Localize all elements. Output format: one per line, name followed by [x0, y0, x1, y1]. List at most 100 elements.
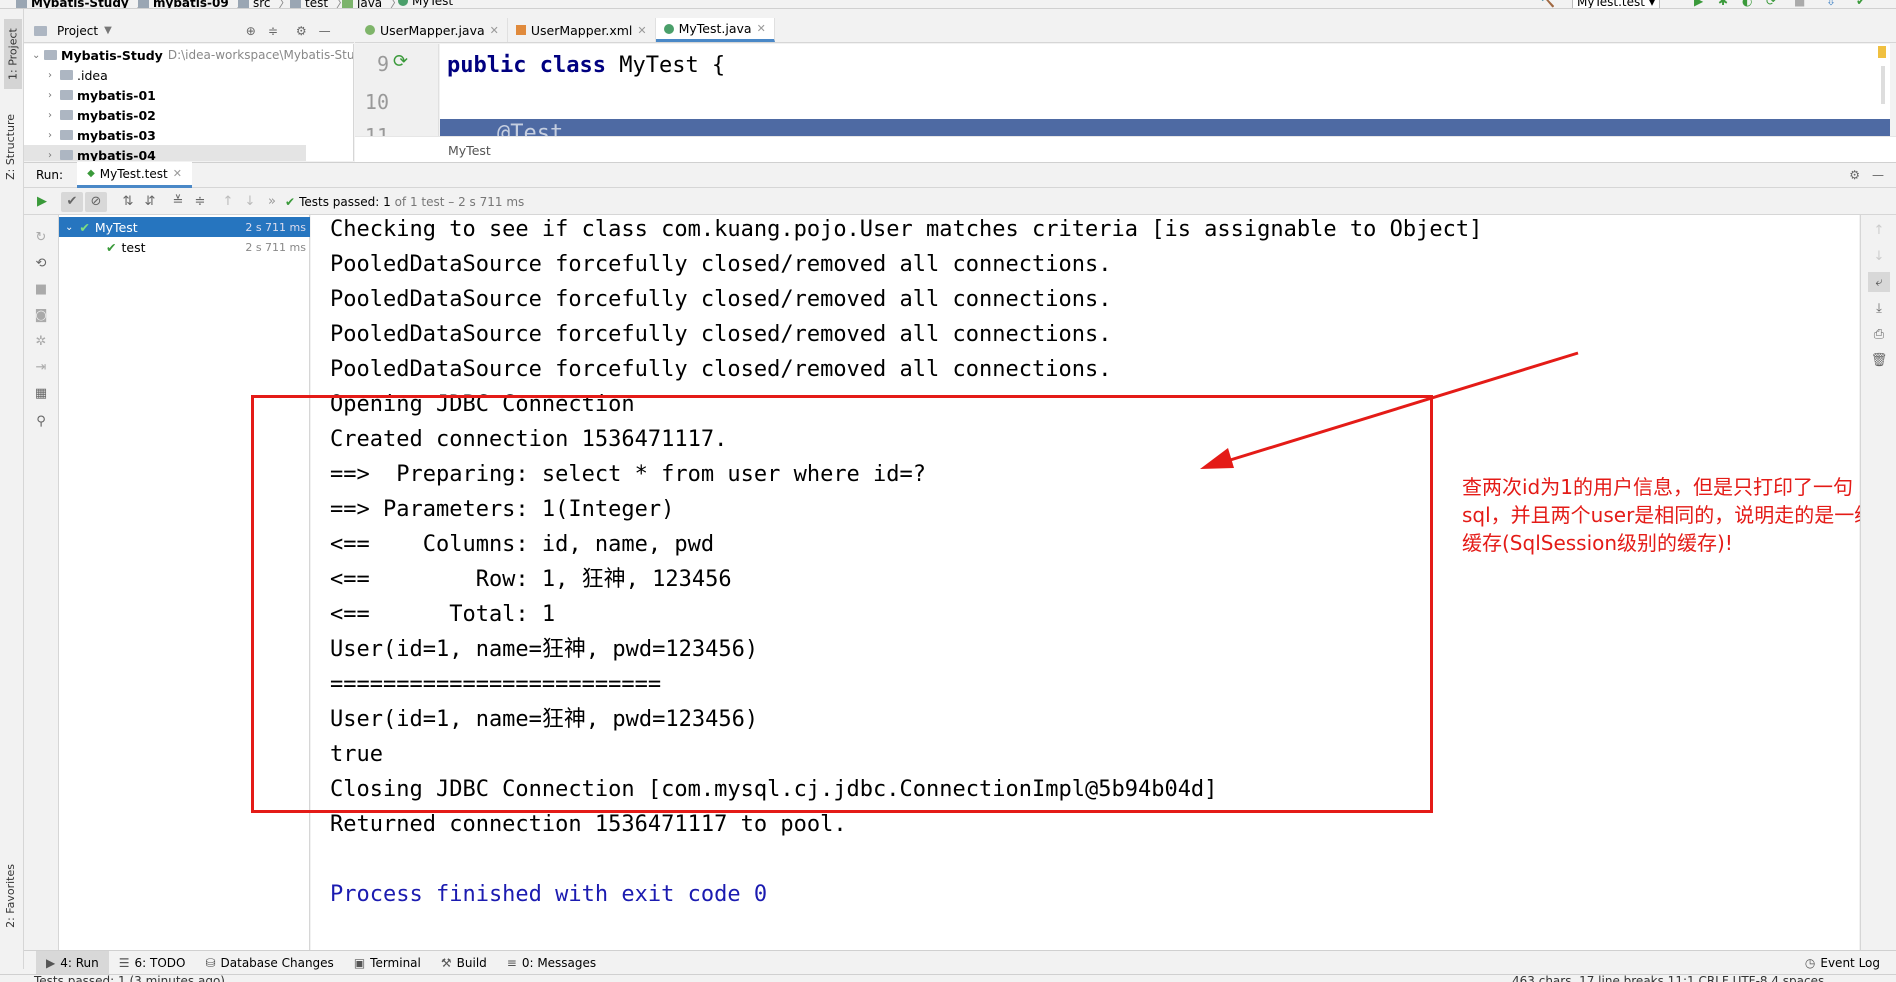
annotation-note: 查两次id为1的用户信息，但是只打印了一句sql，并且两个user是相同的，说明… [1462, 475, 1875, 555]
crumb-class[interactable]: MyTest [398, 0, 453, 8]
crumb-src[interactable]: src 〉 [238, 0, 291, 8]
tab-usermapper-java[interactable]: UserMapper.java ✕ [355, 18, 508, 42]
tab-run-mytest[interactable]: ◆ MyTest.test ✕ [77, 162, 192, 188]
down-icon[interactable]: ↓ [1868, 246, 1890, 266]
editor-scrollbar[interactable] [1881, 66, 1885, 104]
tree-item-idea[interactable]: › .idea [48, 65, 108, 85]
test-suite-row[interactable]: ⌄ ✔ MyTest 2 s 711 ms [59, 217, 310, 237]
database-icon: ⛁ [205, 955, 216, 970]
folder-icon [60, 150, 73, 160]
stop-icon[interactable]: ■ [30, 279, 52, 299]
show-passed-icon[interactable]: ✔ [61, 191, 83, 212]
sort-alpha-icon[interactable]: ⇅ [117, 192, 139, 212]
close-icon[interactable]: ✕ [757, 22, 766, 35]
chevron-right-icon[interactable]: › [48, 70, 60, 81]
collapse-all-icon[interactable]: ≑ [189, 192, 211, 212]
show-ignored-icon[interactable]: ⊘ [85, 191, 107, 212]
favorites-tool-tab[interactable]: 2: Favorites [4, 864, 17, 928]
tab-usermapper-xml[interactable]: UserMapper.xml ✕ [508, 18, 656, 42]
run-config-select[interactable]: MyTest.test ▾ [1572, 0, 1660, 8]
up-icon[interactable]: ↑ [1868, 220, 1890, 240]
structure-tool-tab[interactable]: Z: Structure [4, 114, 17, 180]
sort-duration-icon[interactable]: ⇵ [139, 192, 161, 212]
scroll-to-end-icon[interactable]: ⤓ [1868, 298, 1890, 318]
debug-icon[interactable]: ✱ [1718, 0, 1728, 8]
project-view-select[interactable]: Project [57, 24, 98, 38]
pass-check-icon: ✔ [285, 194, 296, 209]
run-icon[interactable]: ▶ [1694, 0, 1703, 8]
tab-todo[interactable]: ☰ 6: TODO [109, 951, 196, 975]
folder-icon [60, 130, 73, 140]
tab-terminal[interactable]: ▣ Terminal [344, 951, 431, 975]
status-info[interactable]: 463 chars, 17 line breaks 11:1 CRLF UTF-… [1512, 975, 1824, 982]
left-tool-strip: 1: Project Z: Structure 2: Favorites [0, 9, 24, 969]
chevron-right-icon[interactable]: › [48, 90, 60, 101]
expand-all-icon[interactable]: ≚ [167, 192, 189, 212]
tab-messages[interactable]: ≡ 0: Messages [497, 951, 606, 975]
crumb-test[interactable]: test〉 [290, 0, 348, 8]
rerun-icon[interactable]: ▶ [31, 192, 53, 212]
crumb-project[interactable]: Mybatis-Study〉 [16, 0, 149, 8]
layout-icon[interactable]: ▦ [30, 383, 52, 403]
editor-breadcrumb[interactable]: MyTest [355, 136, 1896, 162]
status-message[interactable]: Tests passed: 1 (3 minutes ago) [34, 975, 225, 982]
console-line: PooledDataSource forcefully closed/remov… [330, 287, 1112, 312]
rerun-failed-icon[interactable]: ↻ [30, 227, 52, 247]
more-icon[interactable]: » [261, 192, 283, 212]
coverage-icon[interactable]: ◐ [1742, 0, 1752, 8]
code-line-11: @Test [497, 121, 564, 136]
chevron-down-icon[interactable]: ⌄ [32, 50, 44, 61]
settings-icon[interactable]: ✲ [30, 331, 52, 351]
project-tool-tab[interactable]: 1: Project [4, 19, 22, 89]
chevron-right-icon[interactable]: › [48, 130, 60, 141]
build-icon[interactable]: 🔨 [1540, 0, 1555, 8]
commit-icon[interactable]: ✔ [1856, 0, 1866, 8]
console-line: Returned connection 1536471117 to pool. [330, 812, 847, 837]
next-failed-icon[interactable]: ↓ [239, 192, 261, 212]
close-icon[interactable]: ✕ [490, 24, 499, 37]
code-editor[interactable]: public class MyTest { @Test [440, 44, 1890, 136]
chevron-down-icon[interactable]: ⌄ [65, 222, 73, 233]
tree-item-mybatis-02[interactable]: › mybatis-02 [48, 105, 156, 125]
soft-wrap-icon[interactable]: ⤶ [1868, 272, 1890, 292]
minimize-icon[interactable]: — [1872, 168, 1884, 182]
tree-item-mybatis-03[interactable]: › mybatis-03 [48, 125, 156, 145]
trash-icon[interactable]: 🗑 [1868, 350, 1890, 370]
terminal-icon: ▣ [353, 955, 366, 970]
chevron-right-icon[interactable]: › [48, 110, 60, 121]
chevron-down-icon[interactable]: ▼ [104, 25, 112, 36]
tab-event-log[interactable]: ◷ Event Log [1795, 951, 1890, 975]
tree-root[interactable]: ⌄ Mybatis-Study D:\idea-workspace\Mybati… [32, 45, 353, 65]
close-icon[interactable]: ✕ [637, 24, 646, 37]
close-icon[interactable]: ✕ [173, 167, 182, 180]
warning-marker[interactable] [1878, 46, 1886, 58]
locate-icon[interactable]: ⊕ [246, 24, 256, 38]
test-case-row[interactable]: ✔ test 2 s 711 ms [59, 237, 310, 257]
crumb-module[interactable]: mybatis-09〉 [138, 0, 249, 8]
profile-icon[interactable]: ⟳ [1766, 0, 1776, 8]
crumb-java[interactable]: java 〉 [342, 0, 402, 8]
console-line: PooledDataSource forcefully closed/remov… [330, 252, 1112, 277]
tree-item-mybatis-04[interactable]: › mybatis-04 [24, 145, 306, 161]
stop-icon[interactable]: ■ [1794, 0, 1805, 8]
test-config-icon: ◆ [87, 168, 95, 179]
collapse-all-icon[interactable]: ≑ [268, 24, 278, 38]
tab-mytest-java[interactable]: MyTest.java ✕ [655, 18, 775, 42]
gear-icon[interactable]: ⚙ [296, 24, 307, 38]
export-icon[interactable]: ⇥ [30, 357, 52, 377]
vcs-icon[interactable]: ⇩ [1826, 0, 1836, 8]
previous-failed-icon[interactable]: ↑ [217, 192, 239, 212]
pin-icon[interactable]: ⚲ [30, 411, 52, 431]
run-test-gutter-icon[interactable]: ⟳ [393, 51, 408, 72]
tab-database-changes[interactable]: ⛁ Database Changes [195, 951, 343, 975]
print-icon[interactable]: ⎙ [1868, 324, 1890, 344]
minimize-icon[interactable]: — [319, 24, 331, 38]
chevron-right-icon[interactable]: › [48, 150, 60, 161]
gear-icon[interactable]: ⚙ [1849, 168, 1860, 182]
tab-build[interactable]: ⚒ Build [431, 951, 497, 975]
folder-icon [60, 90, 73, 100]
tab-run[interactable]: ▶ 4: Run [36, 950, 109, 975]
camera-icon[interactable]: ◙ [30, 305, 52, 325]
toggle-autotest-icon[interactable]: ⟲ [30, 253, 52, 273]
tree-item-mybatis-01[interactable]: › mybatis-01 [48, 85, 156, 105]
